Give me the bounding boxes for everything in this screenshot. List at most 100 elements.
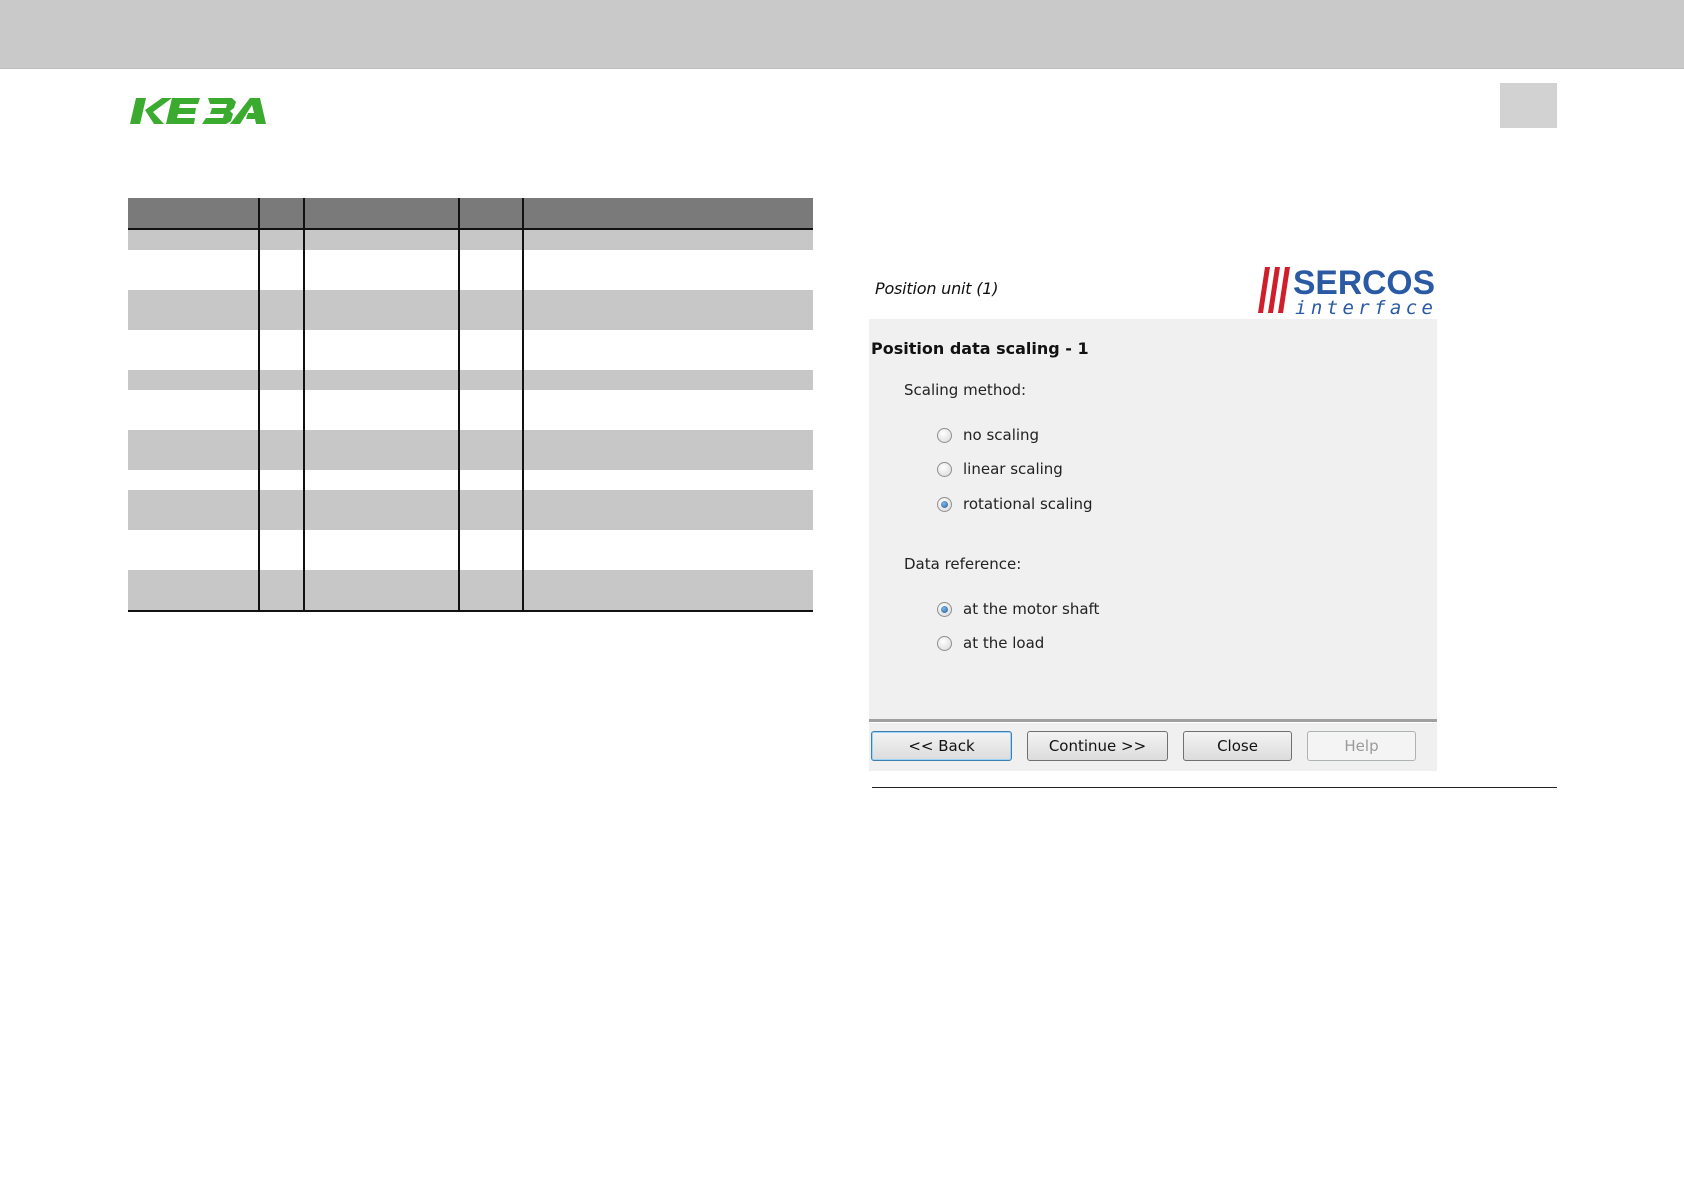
table-cell <box>258 370 304 390</box>
table-cell <box>458 250 523 290</box>
table-cell <box>128 229 259 250</box>
radio-button-checked-icon[interactable] <box>937 601 952 617</box>
scaling-method-label: Scaling method: <box>904 381 1027 399</box>
table-cell <box>458 430 523 470</box>
radio-no-scaling[interactable]: no scaling <box>937 425 1039 445</box>
radio-button-icon[interactable] <box>937 461 952 477</box>
table-cell <box>522 430 813 470</box>
section-title: Position data scaling - 1 <box>871 339 1089 358</box>
table-cell <box>522 250 813 290</box>
table-cell <box>303 290 459 330</box>
table-row <box>128 370 813 390</box>
table-cell <box>458 390 523 430</box>
radio-label: at the motor shaft <box>963 600 1100 618</box>
table-row <box>128 430 813 470</box>
radio-label: no scaling <box>963 426 1040 444</box>
table-cell <box>128 430 259 470</box>
table-cell <box>303 229 459 250</box>
table-cell <box>303 250 459 290</box>
table-cell <box>458 370 523 390</box>
table-cell <box>128 470 259 490</box>
table-cell <box>258 250 304 290</box>
table-cell <box>258 390 304 430</box>
radio-at-motor-shaft[interactable]: at the motor shaft <box>937 599 1099 619</box>
table-row <box>128 229 813 250</box>
top-band <box>0 0 1684 69</box>
dialog-header-title: Position unit (1) <box>875 279 999 298</box>
table-cell <box>303 430 459 470</box>
caption-rule <box>872 787 1557 788</box>
table-cell <box>258 490 304 530</box>
table-cell <box>303 490 459 530</box>
table-cell <box>458 530 523 570</box>
table-cell <box>522 330 813 370</box>
table-header-cell <box>458 198 523 230</box>
table-cell <box>303 370 459 390</box>
table-cell <box>522 490 813 530</box>
radio-linear-scaling[interactable]: linear scaling <box>937 459 1063 479</box>
radio-at-the-load[interactable]: at the load <box>937 633 1044 653</box>
table-cell <box>522 229 813 250</box>
table-header-row <box>128 198 813 230</box>
table-header-cell <box>522 198 813 230</box>
dialog-footer: << Back Continue >> Close Help <box>869 723 1437 771</box>
table-cell <box>128 390 259 430</box>
table-cell <box>522 370 813 390</box>
table-header-cell <box>303 198 459 230</box>
data-table <box>128 198 813 612</box>
page-number-box <box>1500 83 1557 128</box>
table-cell <box>522 390 813 430</box>
table-cell <box>303 570 459 612</box>
table-cell <box>128 250 259 290</box>
table-cell <box>303 330 459 370</box>
table-cell <box>258 430 304 470</box>
table-cell <box>128 370 259 390</box>
table-cell <box>258 530 304 570</box>
table-row <box>128 490 813 530</box>
sercos-interface-logo: SERCOS interface <box>1258 264 1435 317</box>
radio-label: linear scaling <box>963 460 1063 478</box>
table-cell <box>258 330 304 370</box>
table-row <box>128 390 813 430</box>
close-button[interactable]: Close <box>1183 731 1292 761</box>
radio-button-checked-icon[interactable] <box>937 496 952 512</box>
table-cell <box>458 290 523 330</box>
table-cell <box>522 470 813 490</box>
table-row <box>128 290 813 330</box>
table-cell <box>303 470 459 490</box>
dialog-body: Position data scaling - 1 Scaling method… <box>869 319 1437 719</box>
position-data-scaling-dialog: Position unit (1) SERCOS interface Posit… <box>869 255 1437 771</box>
table-row <box>128 330 813 370</box>
table-cell <box>458 470 523 490</box>
table-row <box>128 470 813 490</box>
radio-button-icon[interactable] <box>937 635 952 651</box>
table-cell <box>458 330 523 370</box>
table-cell <box>128 530 259 570</box>
table-cell <box>458 490 523 530</box>
table-header-cell <box>128 198 259 230</box>
table-cell <box>303 530 459 570</box>
radio-label: at the load <box>963 634 1045 652</box>
sercos-logo-subtext: interface <box>1295 297 1433 317</box>
radio-button-icon[interactable] <box>937 427 952 443</box>
table-cell <box>303 390 459 430</box>
table-row <box>128 250 813 290</box>
table-cell <box>458 570 523 612</box>
table-cell <box>128 490 259 530</box>
radio-rotational-scaling[interactable]: rotational scaling <box>937 494 1093 514</box>
table-cell <box>258 229 304 250</box>
table-cell <box>522 570 813 612</box>
table-cell <box>522 290 813 330</box>
continue-button[interactable]: Continue >> <box>1027 731 1168 761</box>
table-cell <box>128 290 259 330</box>
back-button[interactable]: << Back <box>871 731 1012 761</box>
table-cell <box>258 290 304 330</box>
table-cell <box>458 229 523 250</box>
table-cell <box>258 570 304 612</box>
help-button[interactable]: Help <box>1307 731 1416 761</box>
dialog-header: Position unit (1) SERCOS interface <box>869 255 1437 319</box>
table-row <box>128 570 813 612</box>
data-reference-label: Data reference: <box>904 555 1022 573</box>
keba-logo <box>130 98 266 124</box>
table-header-cell <box>258 198 304 230</box>
